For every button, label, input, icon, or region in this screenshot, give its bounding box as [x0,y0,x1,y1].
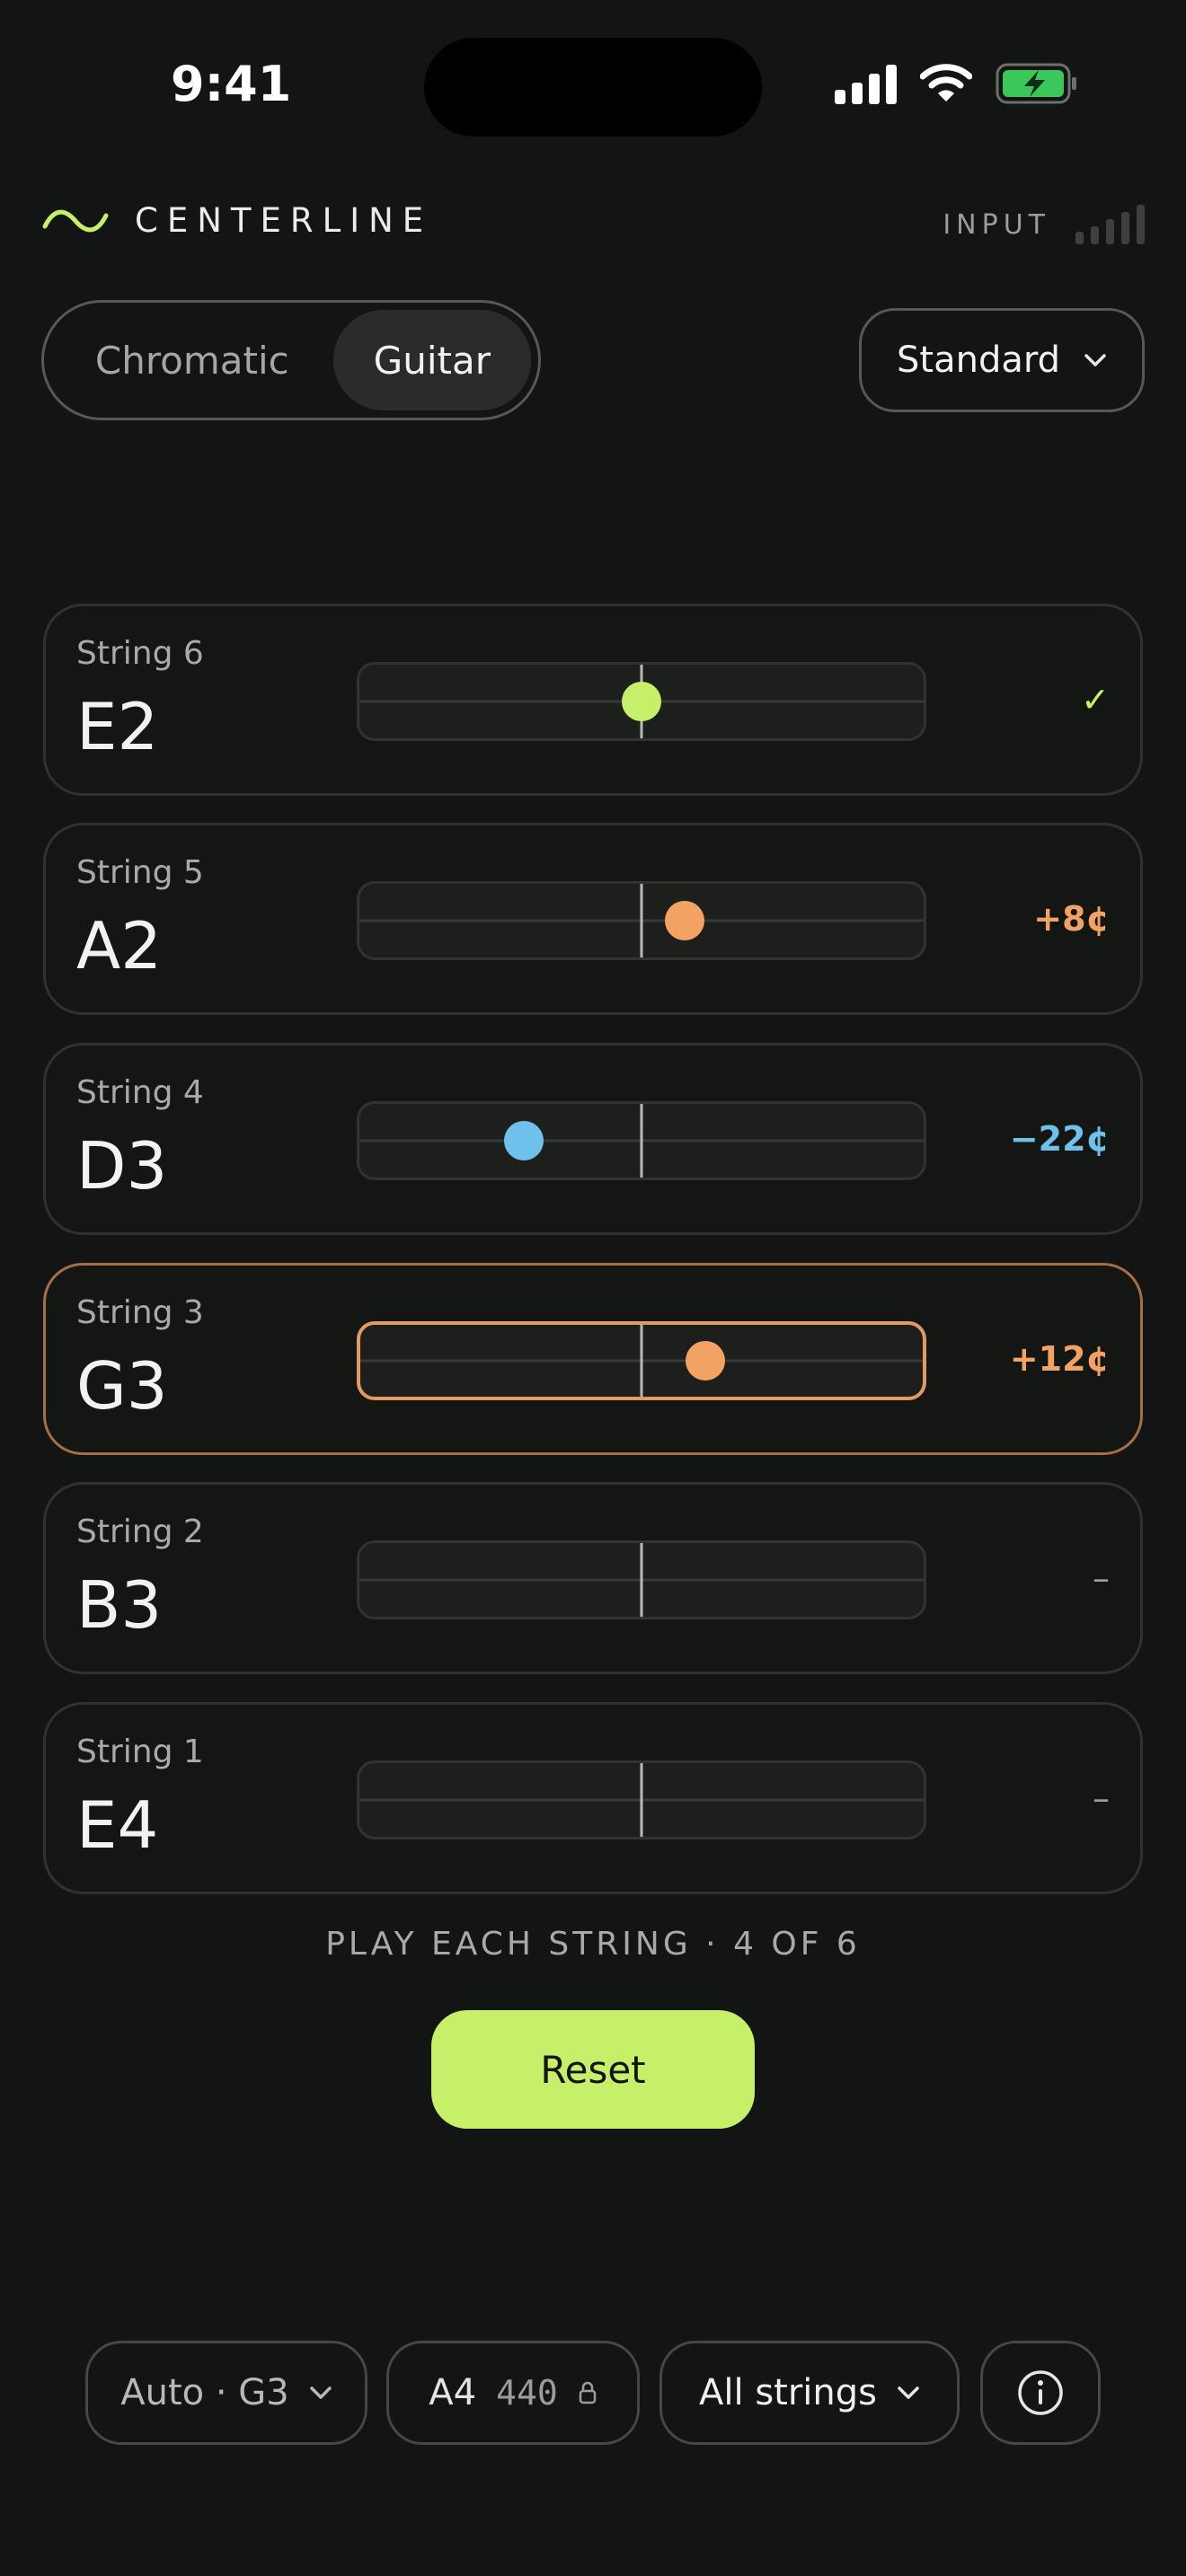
reference-pitch-value: 440 [496,2373,558,2413]
cents-readout: – [1093,1778,1110,1818]
string-label: String 4 [76,1074,204,1111]
string-card[interactable]: String 5 A2 +8¢ [43,823,1143,1015]
tuning-meter [357,1321,926,1400]
cents-readout: – [1093,1558,1110,1598]
chevron-down-icon [898,2386,919,2399]
string-card[interactable]: String 2 B3 – [43,1482,1143,1674]
progress-hint: PLAY EACH STRING · 4 OF 6 [325,1926,861,1963]
chevron-down-icon [1084,354,1106,366]
string-note: E4 [76,1787,159,1863]
meter-center-mark [640,1104,643,1178]
string-label: String 6 [76,635,204,672]
input-level-meter: INPUT [943,205,1145,244]
tuning-select-value: Standard [897,340,1060,381]
wifi-icon [920,64,972,101]
info-icon [1018,2370,1063,2415]
mode-guitar[interactable]: Guitar [332,310,531,410]
cents-readout: ✓ [1081,680,1110,719]
reference-pitch-control[interactable]: A4 440 [386,2341,640,2445]
input-level-bars-icon [1075,205,1145,244]
tuning-select[interactable]: Standard [859,308,1145,412]
status-icons [835,63,1078,104]
mode-segmented-control: Chromatic Guitar [41,300,541,420]
string-label: String 3 [76,1294,204,1331]
string-card[interactable]: String 3 G3 +12¢ [43,1263,1143,1455]
string-note: D3 [76,1128,168,1204]
string-card[interactable]: String 1 E4 – [43,1702,1143,1894]
brand: CENTERLINE [41,201,432,240]
brand-name: CENTERLINE [135,201,433,240]
cellular-signal-icon [835,63,897,104]
string-label: String 2 [76,1513,204,1550]
string-note: A2 [76,908,163,984]
tuning-meter [357,1760,926,1839]
lock-icon [579,2381,596,2404]
pitch-indicator-dot [622,682,661,721]
string-label: String 5 [76,854,204,891]
pitch-indicator-dot [664,901,704,940]
auto-detect-select[interactable]: Auto · G3 [85,2341,367,2445]
battery-charging-icon [996,63,1076,104]
auto-detect-label: Auto · G3 [120,2372,289,2413]
string-card[interactable]: String 6 E2 ✓ [43,604,1143,796]
string-card[interactable]: String 4 D3 −22¢ [43,1043,1143,1235]
meter-center-mark [640,1325,643,1397]
dynamic-island [424,38,762,137]
chevron-down-icon [309,2386,332,2399]
pitch-indicator-dot [686,1341,726,1381]
string-label: String 1 [76,1734,204,1770]
string-note: B3 [76,1567,163,1643]
status-time: 9:41 [171,56,292,112]
meter-center-mark [640,1543,643,1617]
input-label: INPUT [943,208,1050,241]
mode-chromatic[interactable]: Chromatic [51,310,333,410]
tuning-meter [357,1101,926,1180]
wave-logo-icon [42,209,109,232]
reset-button[interactable]: Reset [431,2010,755,2129]
tuning-meter [357,881,926,960]
tuning-meter [357,1540,926,1619]
string-filter-select[interactable]: All strings [659,2341,960,2445]
string-filter-label: All strings [699,2372,877,2413]
cents-readout: +8¢ [1033,899,1110,939]
info-button[interactable] [980,2341,1101,2445]
pitch-indicator-dot [503,1121,544,1160]
string-note: G3 [76,1348,168,1424]
meter-center-mark [640,884,643,957]
meter-center-mark [640,1763,643,1837]
cents-readout: −22¢ [1009,1119,1110,1159]
tuning-meter [357,662,926,741]
reference-pitch-label: A4 [429,2372,477,2413]
string-note: E2 [76,689,159,764]
cents-readout: +12¢ [1009,1339,1110,1379]
